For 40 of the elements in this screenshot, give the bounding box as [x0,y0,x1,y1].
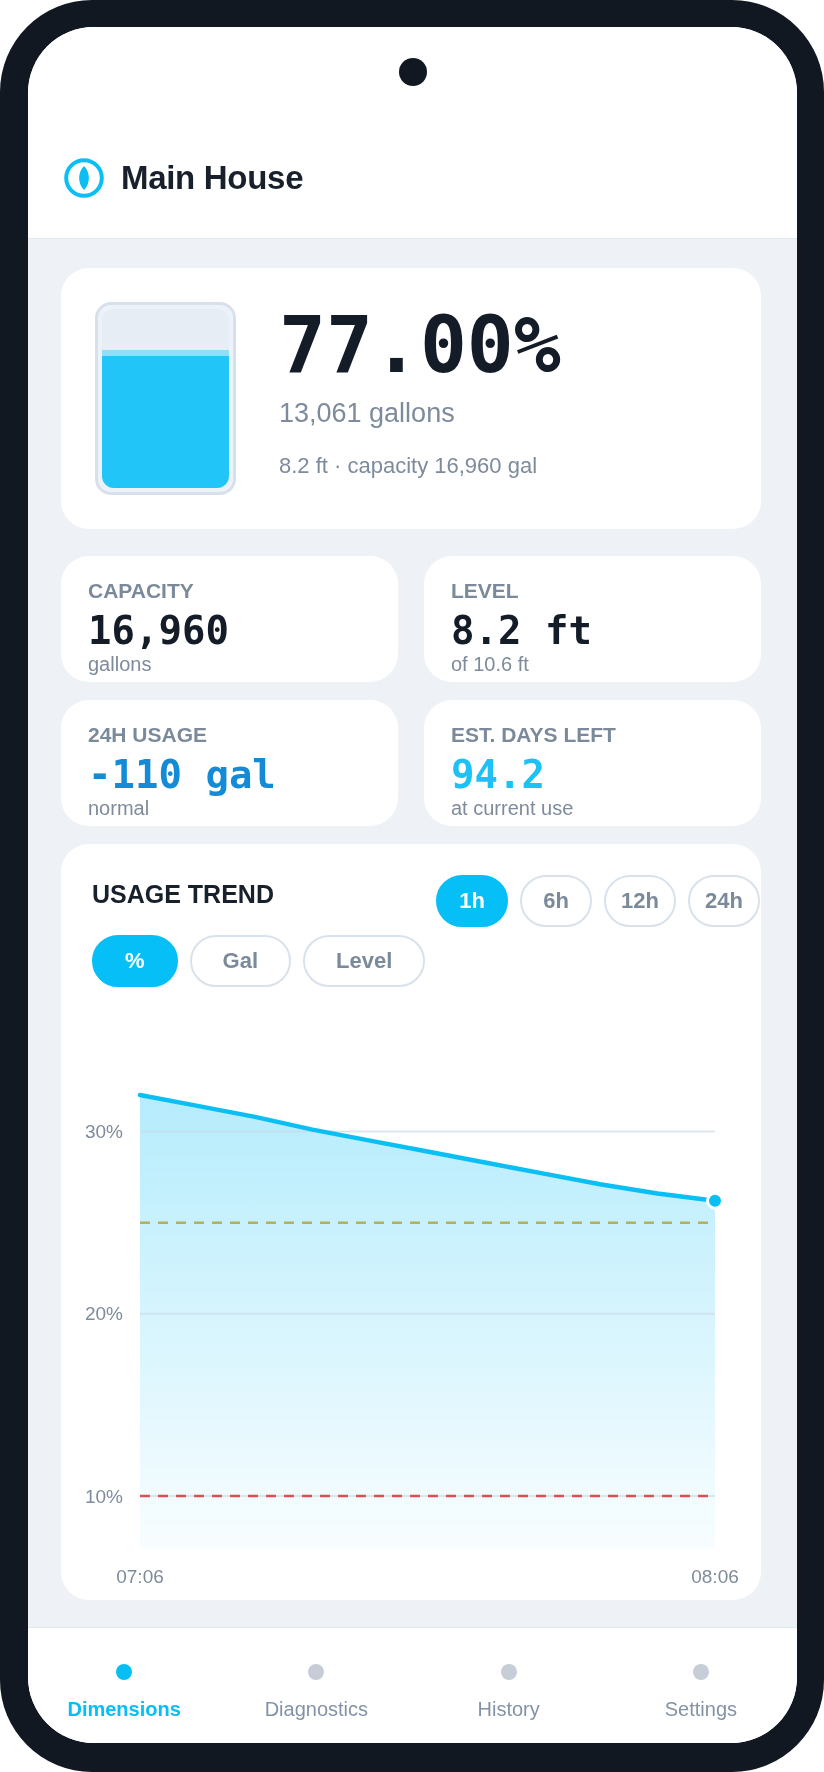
y-axis-label: 30% [84,1120,123,1142]
dot-icon [116,1664,133,1680]
stat-value: -110 gal [88,753,277,797]
nav-tab[interactable]: Diagnostics [264,1664,369,1721]
stat-value: 16,960 [88,609,230,653]
page-title: Main House [121,158,304,198]
logo-icon [64,158,104,198]
range-tab[interactable]: 12h [604,875,676,927]
stat-label: LEVEL [451,581,520,601]
nav-tab[interactable]: Settings [664,1664,737,1721]
stat-note: gallons [88,653,153,675]
range-tab[interactable]: 1h [436,875,508,927]
stat-note: at current use [451,797,575,819]
range-tab[interactable]: 6h [520,875,592,927]
nav-tab[interactable]: History [477,1664,540,1721]
y-axis-label: 10% [84,1485,123,1507]
camera-hole [398,58,427,86]
chart-title: USAGE TREND [92,879,274,909]
dot-icon [308,1664,325,1680]
dot-icon [500,1664,517,1680]
unit-tab[interactable]: Level [303,935,426,987]
stat-note: normal [88,797,151,819]
stat-label: EST. DAYS LEFT [451,725,617,745]
nav-tab[interactable]: Dimensions [67,1664,181,1721]
endpoint-marker [706,1191,724,1210]
volume-text: 13,061 gallons [279,397,456,429]
details-text: 8.2 ft · capacity 16,960 gal [279,452,539,480]
x-axis-label: 08:06 [691,1565,739,1587]
dot-icon [692,1664,709,1680]
y-axis-label: 20% [84,1303,123,1325]
stat-label: 24H USAGE [88,725,209,745]
stat-label: CAPACITY [88,581,195,601]
x-axis-label: 07:06 [116,1565,164,1587]
unit-tab[interactable]: Gal [189,935,292,987]
stat-value: 94.2 [451,753,546,797]
stat-note: of 10.6 ft [451,653,530,675]
unit-tab[interactable]: % [92,935,178,987]
percent-value: 77.00% [279,305,561,385]
stat-value: 8.2 ft [451,609,593,653]
range-tab[interactable]: 24h [688,875,760,927]
